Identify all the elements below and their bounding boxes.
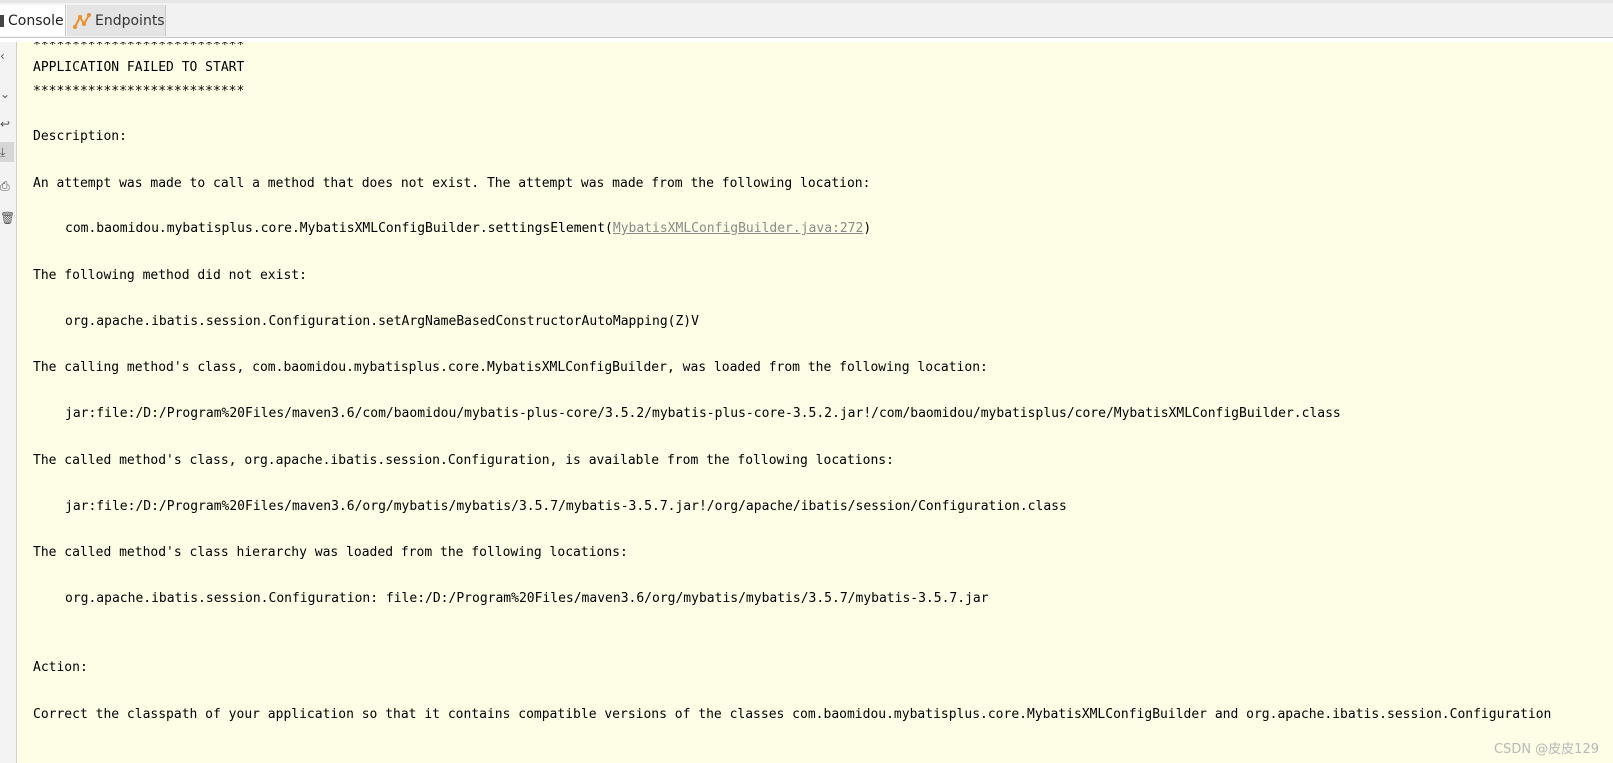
tab-endpoints[interactable]: Endpoints (67, 5, 166, 36)
console-output[interactable]: *************************** APPLICATION … (17, 42, 1613, 763)
console-line: The called method's class, org.apache.ib… (33, 453, 894, 468)
up-icon[interactable]: ‹ (0, 46, 14, 66)
tab-console[interactable]: Console (0, 5, 66, 36)
console-line: jar:file:/D:/Program%20Files/maven3.6/co… (65, 406, 1341, 421)
console-line: org.apache.ibatis.session.Configuration:… (65, 591, 989, 606)
console-line: Action: (33, 660, 88, 675)
console-line: Description: (33, 129, 127, 144)
scroll-to-end-icon[interactable]: ⤓ (0, 142, 14, 162)
console-line: jar:file:/D:/Program%20Files/maven3.6/or… (65, 499, 1067, 514)
console-text: ) (863, 221, 872, 236)
console-line: An attempt was made to call a method tha… (33, 176, 871, 191)
down-icon[interactable]: ⌄ (0, 84, 14, 104)
console-text: com.baomidou.mybatisplus.core.MybatisXML… (65, 221, 613, 236)
console-line: APPLICATION FAILED TO START (33, 60, 245, 75)
tab-console-label: Console (8, 12, 64, 29)
tool-window-tab-bar: Console Endpoints (0, 3, 1613, 38)
endpoints-icon (73, 12, 91, 29)
clear-icon[interactable]: 🗑 (0, 208, 14, 228)
tab-endpoints-label: Endpoints (95, 12, 165, 29)
wrap-icon[interactable]: ↩ (0, 114, 14, 134)
console-line: Correct the classpath of your applicatio… (33, 707, 1552, 722)
watermark: CSDN @皮皮129 (1493, 742, 1599, 757)
source-link[interactable]: MybatisXMLConfigBuilder.java:272 (613, 221, 863, 236)
console-line: *************************** (33, 84, 245, 99)
console-line: The called method's class hierarchy was … (33, 545, 628, 560)
console-icon (0, 14, 4, 27)
print-icon[interactable]: ⎙ (0, 176, 14, 196)
console-line: *************************** (33, 42, 245, 53)
console-line: org.apache.ibatis.session.Configuration.… (65, 314, 699, 329)
console-toolbar: ‹ ⌄ ↩ ⤓ ⎙ 🗑 (0, 42, 17, 763)
console-line: The calling method's class, com.baomidou… (33, 360, 988, 375)
console-line: com.baomidou.mybatisplus.core.MybatisXML… (65, 221, 871, 237)
console-line: The following method did not exist: (33, 268, 307, 283)
